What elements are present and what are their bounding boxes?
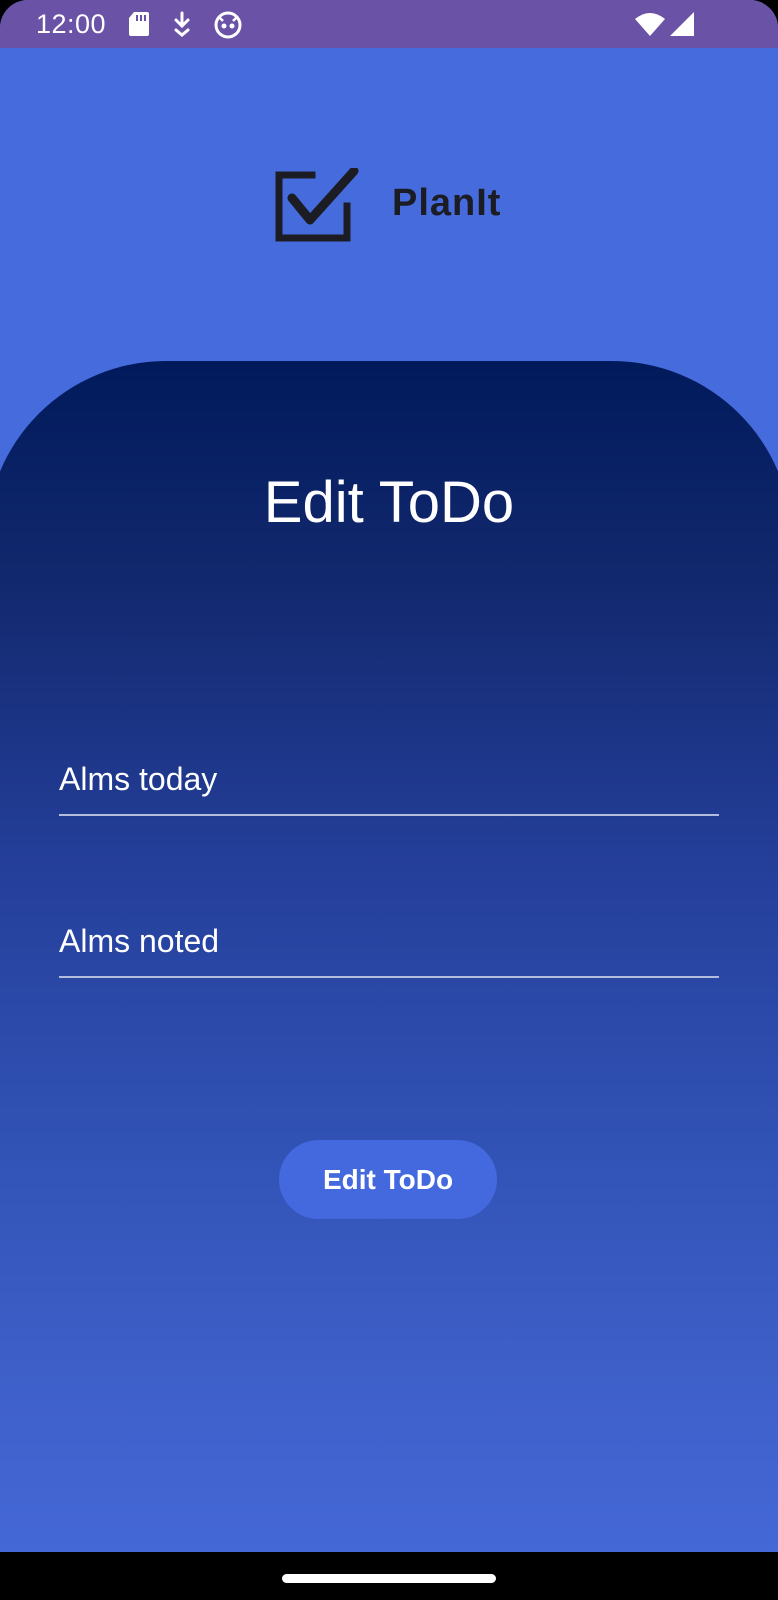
screen: 12:00 PlanIt Edit ToDo Alms today Alms n…	[0, 0, 778, 1600]
android-face-icon	[214, 11, 242, 44]
edit-todo-button[interactable]: Edit ToDo	[279, 1140, 497, 1219]
form-card	[0, 361, 778, 1600]
status-bar: 12:00	[0, 0, 778, 48]
todo-title-field	[59, 744, 719, 816]
wifi-icon	[634, 11, 666, 42]
page-title: Edit ToDo	[263, 469, 515, 535]
todo-title-input[interactable]	[59, 744, 719, 814]
status-time: 12:00	[36, 9, 107, 39]
home-handle[interactable]	[282, 1574, 496, 1583]
sd-card-icon	[128, 11, 150, 42]
logo-text: PlanIt	[392, 182, 502, 224]
todo-description-input[interactable]	[59, 906, 719, 976]
download-icon	[170, 11, 194, 42]
todo-description-field	[59, 906, 719, 978]
cellular-signal-icon	[668, 11, 696, 42]
checkbox-logo-icon	[275, 168, 359, 242]
app-logo: PlanIt	[274, 168, 524, 242]
